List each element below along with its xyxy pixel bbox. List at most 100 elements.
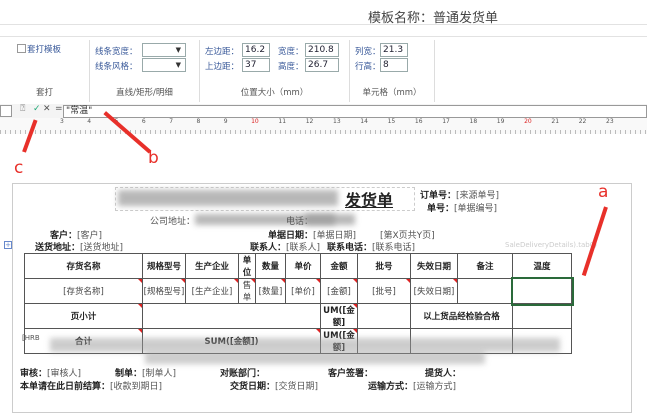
contact-label: 联系人： <box>250 243 287 253</box>
ruler-tick-label: 21 <box>551 118 560 125</box>
line-style-label: 线条风格： <box>95 62 138 72</box>
height-input[interactable]: 26.7 <box>305 58 339 72</box>
subtotal-label[interactable]: 页小计 <box>24 303 143 329</box>
ruler-tick-label: 7 <box>169 118 174 125</box>
top-margin-input[interactable]: 37 <box>242 58 270 72</box>
dept-label: 对账部门： <box>220 369 266 379</box>
formula-input[interactable]: "常温" <box>63 105 647 118</box>
expand-plus-icon[interactable]: + <box>4 241 12 249</box>
cell[interactable] <box>357 303 411 329</box>
data-cell[interactable]: [数量] <box>255 278 286 304</box>
data-cell[interactable]: 售单 <box>238 278 256 304</box>
temperature-cell[interactable] <box>510 276 574 306</box>
cancel-x-icon[interactable]: ✕ <box>43 104 51 114</box>
address-label: 公司地址： <box>150 217 196 227</box>
overprint-label: 套打模板 <box>27 45 62 55</box>
line-group: 线条宽度： ▼ 线条风格： ▼ 直线/矩形/明细 <box>90 40 200 102</box>
column-header[interactable]: 规格型号 <box>142 253 186 279</box>
data-cell[interactable]: [批号] <box>357 278 411 304</box>
ruler-tick-label: 18 <box>469 118 478 125</box>
cell[interactable] <box>142 303 321 329</box>
ruler-tick-label: 9 <box>223 118 228 125</box>
overprint-checkbox[interactable] <box>17 44 26 53</box>
column-header[interactable]: 失效日期 <box>410 253 458 279</box>
ruler-tick-label: 22 <box>578 118 587 125</box>
ruler-tick-label: 14 <box>360 118 368 125</box>
column-header[interactable]: 温度 <box>512 253 572 279</box>
ruler-tick-label: 8 <box>196 118 201 125</box>
column-header[interactable]: 金额 <box>320 253 358 279</box>
row-height-label: 行高： <box>355 62 381 72</box>
ruler-tick-label: 19 <box>496 118 505 125</box>
maker-field: [制单人] <box>142 369 177 379</box>
annotation-c: c <box>14 158 24 178</box>
detail-ref: SaleDeliveryDetails).tab0) <box>505 241 597 249</box>
cell-ref-box[interactable] <box>0 105 12 117</box>
cell-group: 列宽： 21.3 行高： 8 单元格（mm） <box>350 40 435 102</box>
ship-addr-field: [送货地址] <box>80 243 124 253</box>
confirm-check-icon[interactable]: ✓ <box>33 104 41 114</box>
order-no-label: 订单号： <box>420 191 457 201</box>
column-header[interactable]: 单位 <box>238 253 256 279</box>
divider <box>0 24 647 25</box>
data-cell[interactable]: [单价] <box>285 278 321 304</box>
column-header[interactable]: 单价 <box>285 253 321 279</box>
doc-title: 发货单 <box>345 191 394 210</box>
column-header[interactable]: 存货名称 <box>24 253 143 279</box>
contact-phone-field: [联系电话] <box>372 243 416 253</box>
data-cell[interactable]: [失效日期] <box>410 278 458 304</box>
reviewer-field: [审核人] <box>47 369 82 379</box>
row-height-input[interactable]: 8 <box>380 58 408 72</box>
line-width-label: 线条宽度： <box>95 47 138 57</box>
group-label: 位置大小（mm） <box>240 88 309 98</box>
contact-field: [联系人] <box>286 243 321 253</box>
column-header[interactable]: 批号 <box>357 253 411 279</box>
line-width-select[interactable]: ▼ <box>142 43 186 57</box>
ruler-tick-label: 15 <box>387 118 396 125</box>
col-width-label: 列宽： <box>355 47 381 57</box>
data-cell[interactable]: [存货名称] <box>24 278 143 304</box>
data-cell[interactable]: [金额] <box>320 278 358 304</box>
column-header[interactable]: 生产企业 <box>185 253 239 279</box>
delivery-date-field: [交货日期] <box>275 382 319 392</box>
ruler-tick-label: 10 <box>251 118 259 125</box>
width-input[interactable]: 210.8 <box>305 43 339 57</box>
left-margin-input[interactable]: 16.2 <box>242 43 270 57</box>
col-width-input[interactable]: 21.3 <box>380 43 408 57</box>
subtotal-sum[interactable]: UM([金额] <box>320 303 358 329</box>
column-header[interactable]: 数量 <box>255 253 286 279</box>
height-label: 高度： <box>278 62 304 72</box>
inspection-note[interactable]: 以上货品经检验合格 <box>410 303 513 329</box>
overprint-group: 套打模板 套打 <box>0 40 90 102</box>
ruler-tick-label: 17 <box>442 118 450 125</box>
formula-bar: ⍰ ✓ ✕ = "常温" <box>0 104 647 118</box>
line-style-select[interactable]: ▼ <box>142 58 186 72</box>
left-margin-label: 左边距： <box>205 47 240 57</box>
bill-no: [单据编号] <box>454 204 498 214</box>
order-no: [来源单号] <box>456 191 500 201</box>
annotation-a: a <box>598 182 609 202</box>
ruler-tick-label: 13 <box>333 118 341 125</box>
width-label: 宽度： <box>278 47 304 57</box>
divider <box>0 36 647 37</box>
contact-phone-label: 联系电话： <box>327 243 373 253</box>
data-cell[interactable] <box>457 278 513 304</box>
help-icon[interactable]: ⍰ <box>20 104 25 114</box>
sign-label: 客户签署： <box>328 369 374 379</box>
bill-no-label: 单号： <box>427 204 455 214</box>
delivery-date-label: 交货日期： <box>230 382 276 392</box>
group-label: 套打 <box>35 88 53 98</box>
ruler-tick-label: 12 <box>305 118 314 125</box>
data-cell[interactable]: [规格型号] <box>142 278 186 304</box>
cell[interactable] <box>512 303 572 329</box>
data-cell[interactable]: [生产企业] <box>185 278 239 304</box>
settle-field: [收款到期日] <box>110 382 163 392</box>
ruler-tick-label: 11 <box>278 118 287 125</box>
column-header[interactable]: 备注 <box>457 253 513 279</box>
equals-sign: = <box>55 104 63 114</box>
maker-label: 制单： <box>115 369 143 379</box>
subtotal-row: 页小计 UM([金额] 以上货品经检验合格 <box>24 303 572 329</box>
top-margin-label: 上边距： <box>205 62 240 72</box>
ruler-tick-label: 4 <box>87 118 92 125</box>
reviewer-label: 审核： <box>20 369 48 379</box>
